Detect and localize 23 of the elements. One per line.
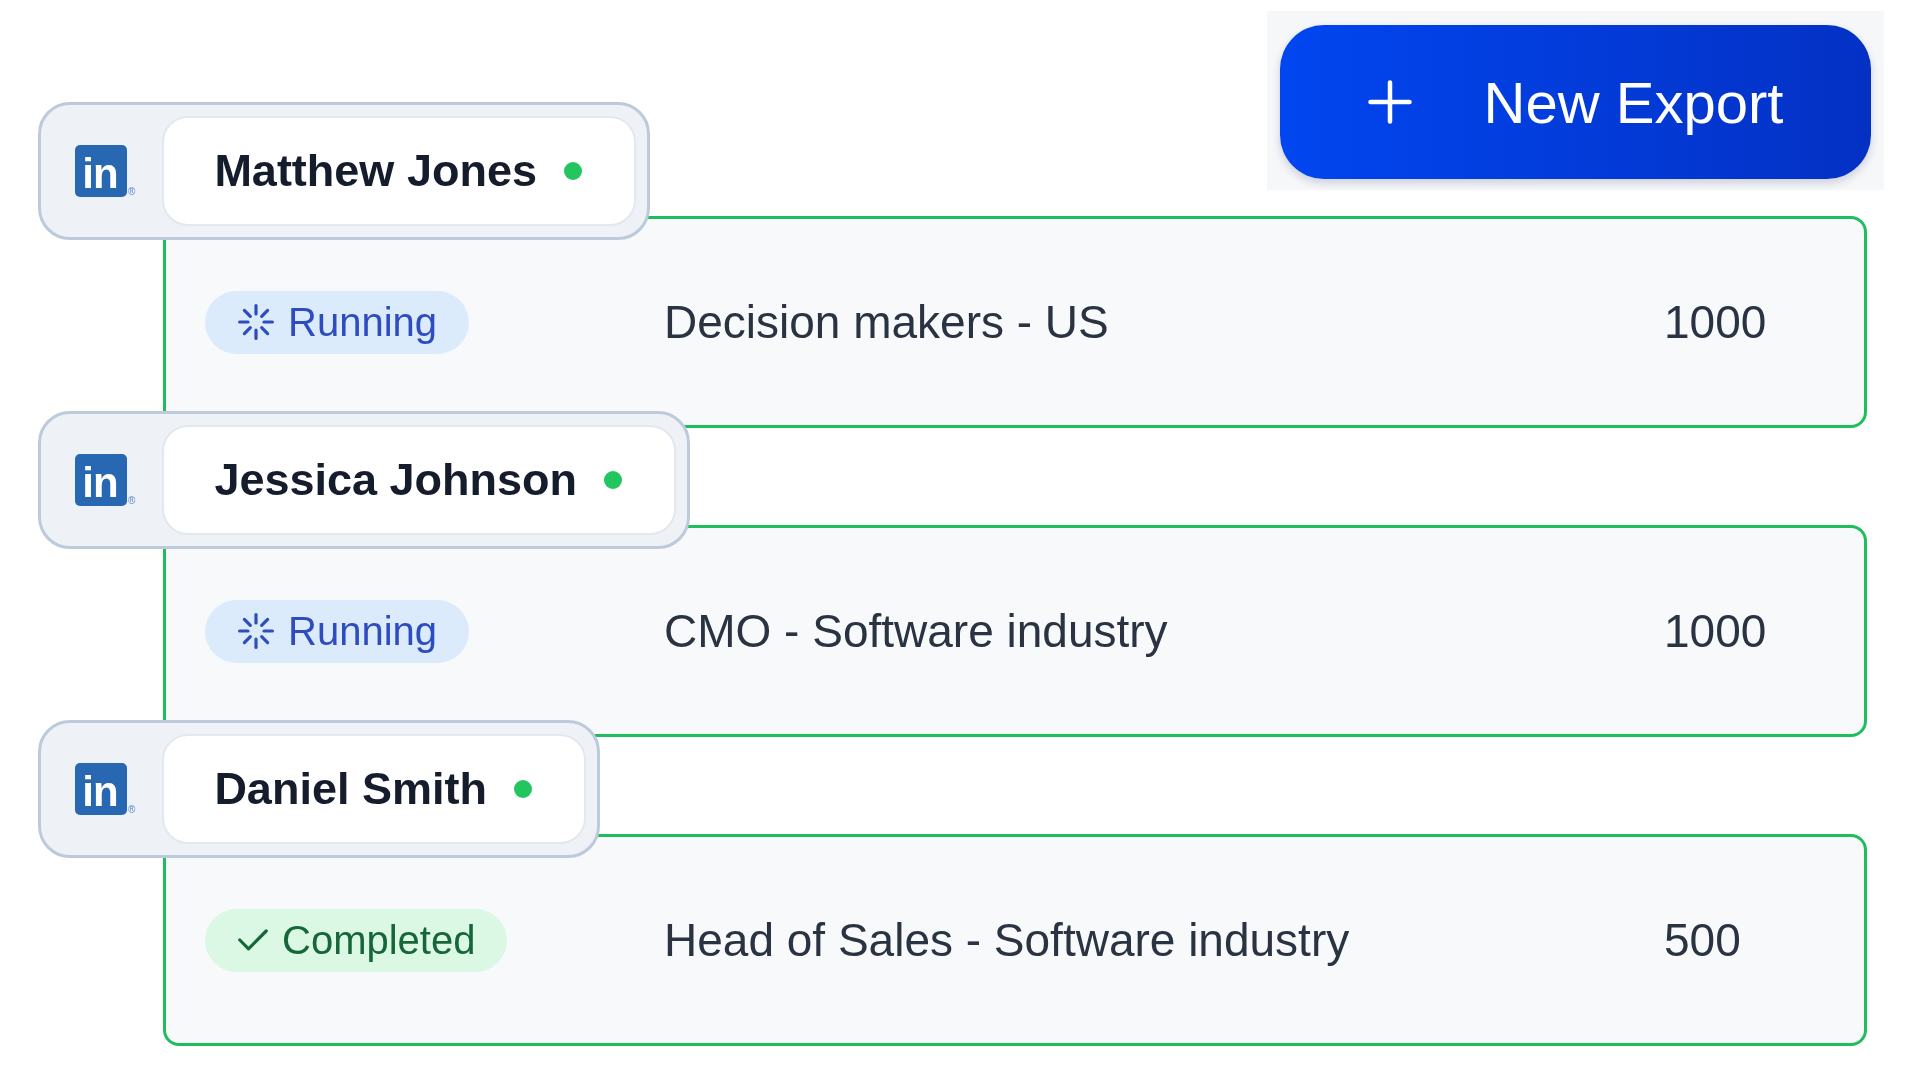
status-label: Running <box>288 608 437 654</box>
network-logo: in <box>75 145 127 197</box>
check-icon <box>238 929 268 951</box>
account-name: Jessica Johnson <box>214 454 578 506</box>
status-label: Running <box>288 299 437 345</box>
registered-mark: ® <box>128 496 136 506</box>
plus-icon <box>1367 80 1412 124</box>
audience-text: Head of Sales - Software industry <box>664 913 1351 967</box>
registered-mark: ® <box>128 187 136 197</box>
registered-mark: ® <box>128 805 136 815</box>
new-export-button[interactable]: New Export <box>1280 25 1871 179</box>
network-logo: in <box>75 454 127 506</box>
count-text: 1000 <box>1664 295 1768 349</box>
account-name: Daniel Smith <box>214 763 487 815</box>
network-logo: in <box>75 763 127 815</box>
account-name: Matthew Jones <box>214 145 537 197</box>
audience-text: CMO - Software industry <box>664 604 1169 658</box>
status-label: Completed <box>282 917 476 963</box>
audience-text: Decision makers - US <box>664 295 1110 349</box>
count-text: 500 <box>1664 913 1742 967</box>
count-text: 1000 <box>1664 604 1768 658</box>
spinner-icon <box>238 304 274 340</box>
spinner-icon <box>238 613 274 649</box>
